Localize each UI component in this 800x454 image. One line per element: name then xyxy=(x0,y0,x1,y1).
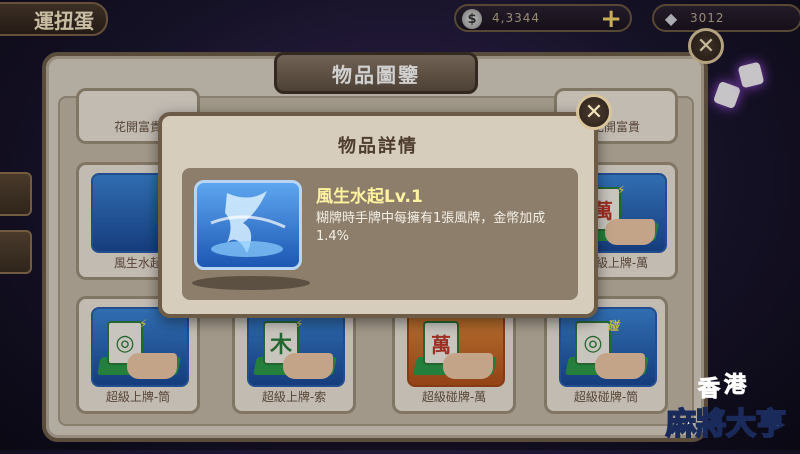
game-logo: 香 港 麻將大亨 xyxy=(664,356,800,450)
item-name: 風生水起Lv.1 xyxy=(316,187,423,207)
item-shadow xyxy=(192,276,310,290)
item-description: 糊牌時手牌中每擁有1張風牌，金幣加成1.4% xyxy=(316,211,546,244)
svg-text:麻將大亨: 麻將大亨 xyxy=(666,407,786,442)
water-tornado-icon xyxy=(194,180,302,270)
popup-title: 物品詳情 xyxy=(338,136,418,157)
item-detail-popup: 物品詳情 風生水起Lv.1 糊牌時手牌中每擁有1張風牌，金幣加成1.4% xyxy=(158,112,598,318)
water-tornado-graphic xyxy=(210,191,286,257)
logo-graphic: 香 港 麻將大亨 xyxy=(665,373,787,444)
popup-close-button[interactable]: ✕ xyxy=(576,94,612,130)
item-detail-box: 風生水起Lv.1 糊牌時手牌中每擁有1張風牌，金幣加成1.4% xyxy=(182,168,578,300)
svg-text:港: 港 xyxy=(724,373,747,398)
svg-text:香: 香 xyxy=(698,377,720,402)
